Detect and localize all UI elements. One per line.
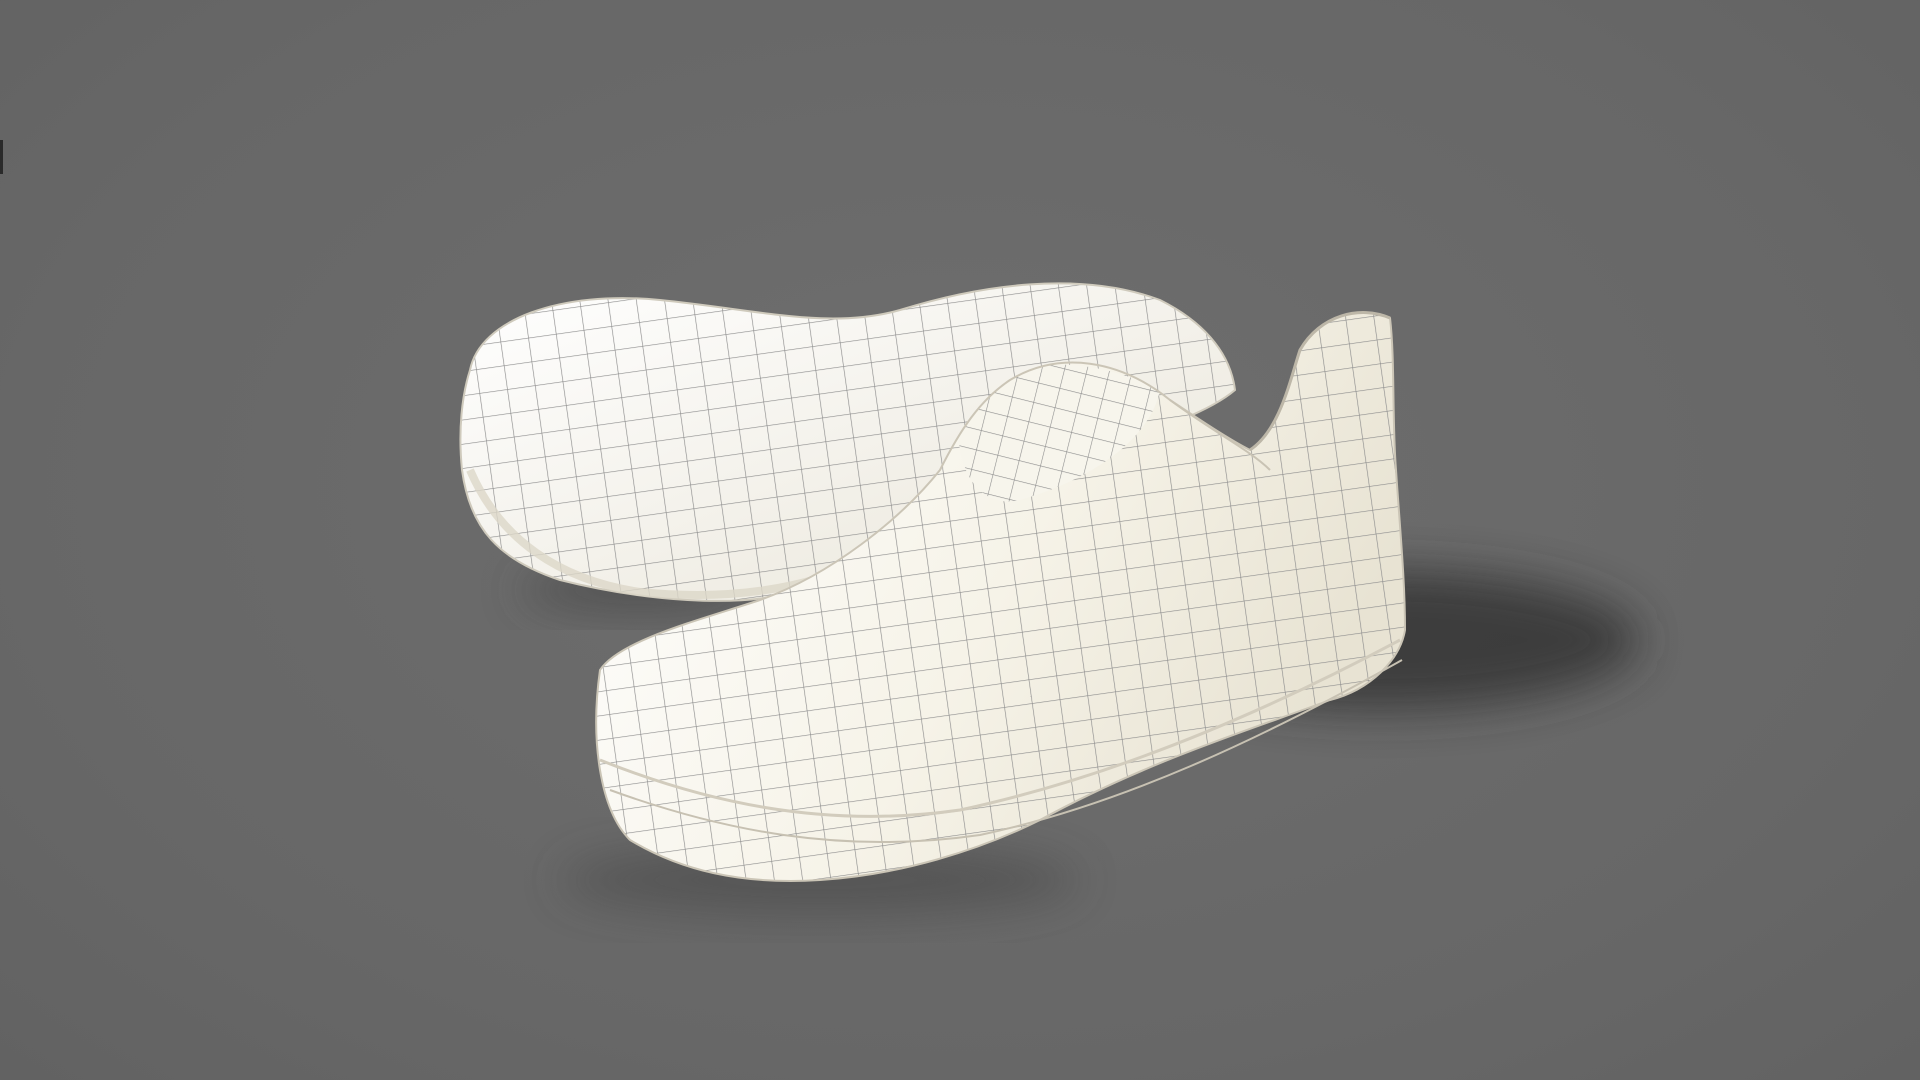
scene-canvas	[459, 282, 1640, 915]
3d-viewport[interactable]	[0, 0, 1920, 1080]
